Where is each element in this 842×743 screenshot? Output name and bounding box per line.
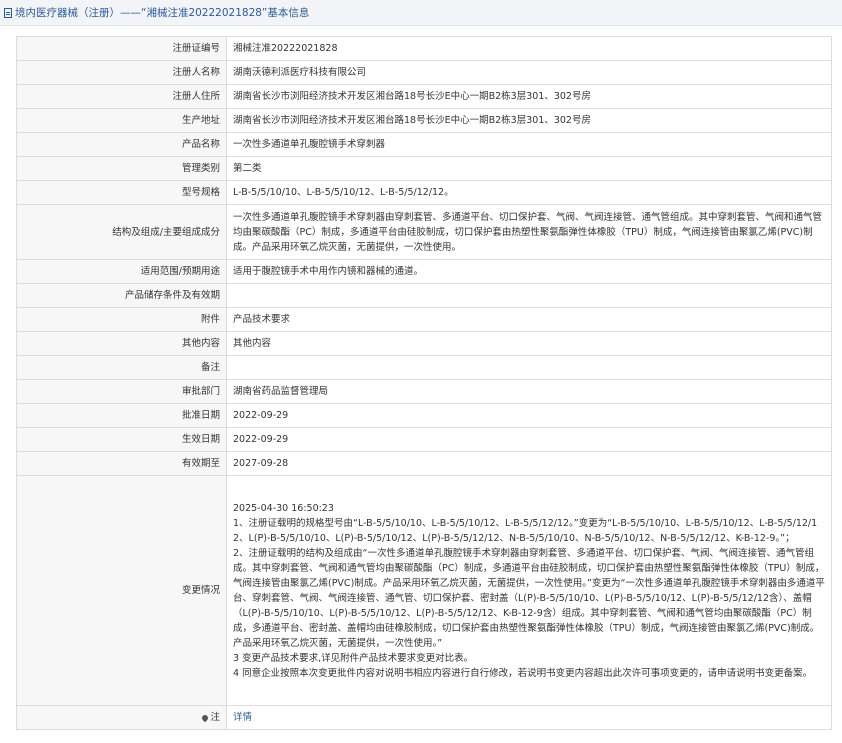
document-icon (4, 7, 12, 18)
details-link[interactable]: 详情 (233, 712, 252, 723)
row-value: 湘械注准20222021828 (226, 36, 832, 61)
row-label: 生产地址 (16, 108, 227, 133)
note-value-cell: 详情 (226, 705, 832, 730)
row-label: 变更情况 (16, 475, 227, 706)
row-value: 适用于腹腔镜手术中用作内镜和器械的通道。 (226, 259, 832, 284)
row-label: 附件 (16, 307, 227, 332)
row-label: 产品名称 (16, 132, 227, 157)
row-label: 型号规格 (16, 180, 227, 205)
row-label: 备注 (16, 355, 227, 380)
row-label: 其他内容 (16, 331, 227, 356)
table-row: 备注 (16, 355, 832, 380)
table-row: 结构及组成/主要组成成分 一次性多通道单孔腹腔镜手术穿刺器由穿刺套管、多通道平台… (16, 204, 832, 260)
row-value: 2022-09-29 (226, 403, 832, 428)
table-row: 注 详情 (16, 705, 832, 730)
change-history: 2025-04-30 16:50:23 1、注册证载明的规格型号由“L-B-5/… (226, 475, 832, 706)
row-label: 生效日期 (16, 427, 227, 452)
row-label: 注册人住所 (16, 84, 227, 109)
table-row: 有效期至 2027-09-28 (16, 451, 832, 476)
row-value: 2027-09-28 (226, 451, 832, 476)
row-label: 管理类别 (16, 156, 227, 181)
row-label: 批准日期 (16, 403, 227, 428)
row-label: 结构及组成/主要组成成分 (16, 204, 227, 260)
row-value: 湖南省药品监督管理局 (226, 379, 832, 404)
row-label: 注册证编号 (16, 36, 227, 61)
row-label: 有效期至 (16, 451, 227, 476)
table-row: 注册证编号 湘械注准20222021828 (16, 36, 832, 61)
row-label: 产品储存条件及有效期 (16, 283, 227, 308)
row-label: 适用范围/预期用途 (16, 259, 227, 284)
row-label: 审批部门 (16, 379, 227, 404)
row-value: 2022-09-29 (226, 427, 832, 452)
table-row: 管理类别 第二类 (16, 156, 832, 181)
row-label: 注册人名称 (16, 60, 227, 85)
note-label: 注 (210, 712, 220, 723)
table-row: 适用范围/预期用途 适用于腹腔镜手术中用作内镜和器械的通道。 (16, 259, 832, 284)
row-value (226, 283, 832, 308)
page-title: 境内医疗器械（注册）——“湘械注准20222021828”基本信息 (15, 7, 310, 19)
page-header: 境内医疗器械（注册）——“湘械注准20222021828”基本信息 (0, 0, 842, 26)
note-label-cell: 注 (16, 705, 227, 730)
table-row: 产品储存条件及有效期 (16, 283, 832, 308)
table-row: 批准日期 2022-09-29 (16, 403, 832, 428)
row-value: 湖南省长沙市浏阳经济技术开发区湘台路18号长沙E中心一期B2栋3层301、302… (226, 108, 832, 133)
table-row: 产品名称 一次性多通道单孔腹腔镜手术穿刺器 (16, 132, 832, 157)
row-value: L-B-5/5/10/10、L-B-5/5/10/12、L-B-5/5/12/1… (226, 180, 832, 205)
table-row: 生效日期 2022-09-29 (16, 427, 832, 452)
table-row: 注册人住所 湖南省长沙市浏阳经济技术开发区湘台路18号长沙E中心一期B2栋3层3… (16, 84, 832, 109)
table-row: 审批部门 湖南省药品监督管理局 (16, 379, 832, 404)
row-value: 湖南沃德利派医疗科技有限公司 (226, 60, 832, 85)
row-value: 产品技术要求 (226, 307, 832, 332)
row-value: 第二类 (226, 156, 832, 181)
row-value: 一次性多通道单孔腹腔镜手术穿刺器由穿刺套管、多通道平台、切口保护套、气阀、气阀连… (226, 204, 832, 260)
info-table: 注册证编号 湘械注准20222021828 注册人名称 湖南沃德利派医疗科技有限… (16, 36, 832, 730)
table-row: 其他内容 其他内容 (16, 331, 832, 356)
pin-icon (201, 713, 210, 722)
row-value: 其他内容 (226, 331, 832, 356)
table-row: 变更情况 2025-04-30 16:50:23 1、注册证载明的规格型号由“L… (16, 475, 832, 706)
row-value: 湖南省长沙市浏阳经济技术开发区湘台路18号长沙E中心一期B2栋3层301、302… (226, 84, 832, 109)
row-value: 一次性多通道单孔腹腔镜手术穿刺器 (226, 132, 832, 157)
table-row: 附件 产品技术要求 (16, 307, 832, 332)
table-row: 生产地址 湖南省长沙市浏阳经济技术开发区湘台路18号长沙E中心一期B2栋3层30… (16, 108, 832, 133)
table-row: 注册人名称 湖南沃德利派医疗科技有限公司 (16, 60, 832, 85)
row-value (226, 355, 832, 380)
table-row: 型号规格 L-B-5/5/10/10、L-B-5/5/10/12、L-B-5/5… (16, 180, 832, 205)
